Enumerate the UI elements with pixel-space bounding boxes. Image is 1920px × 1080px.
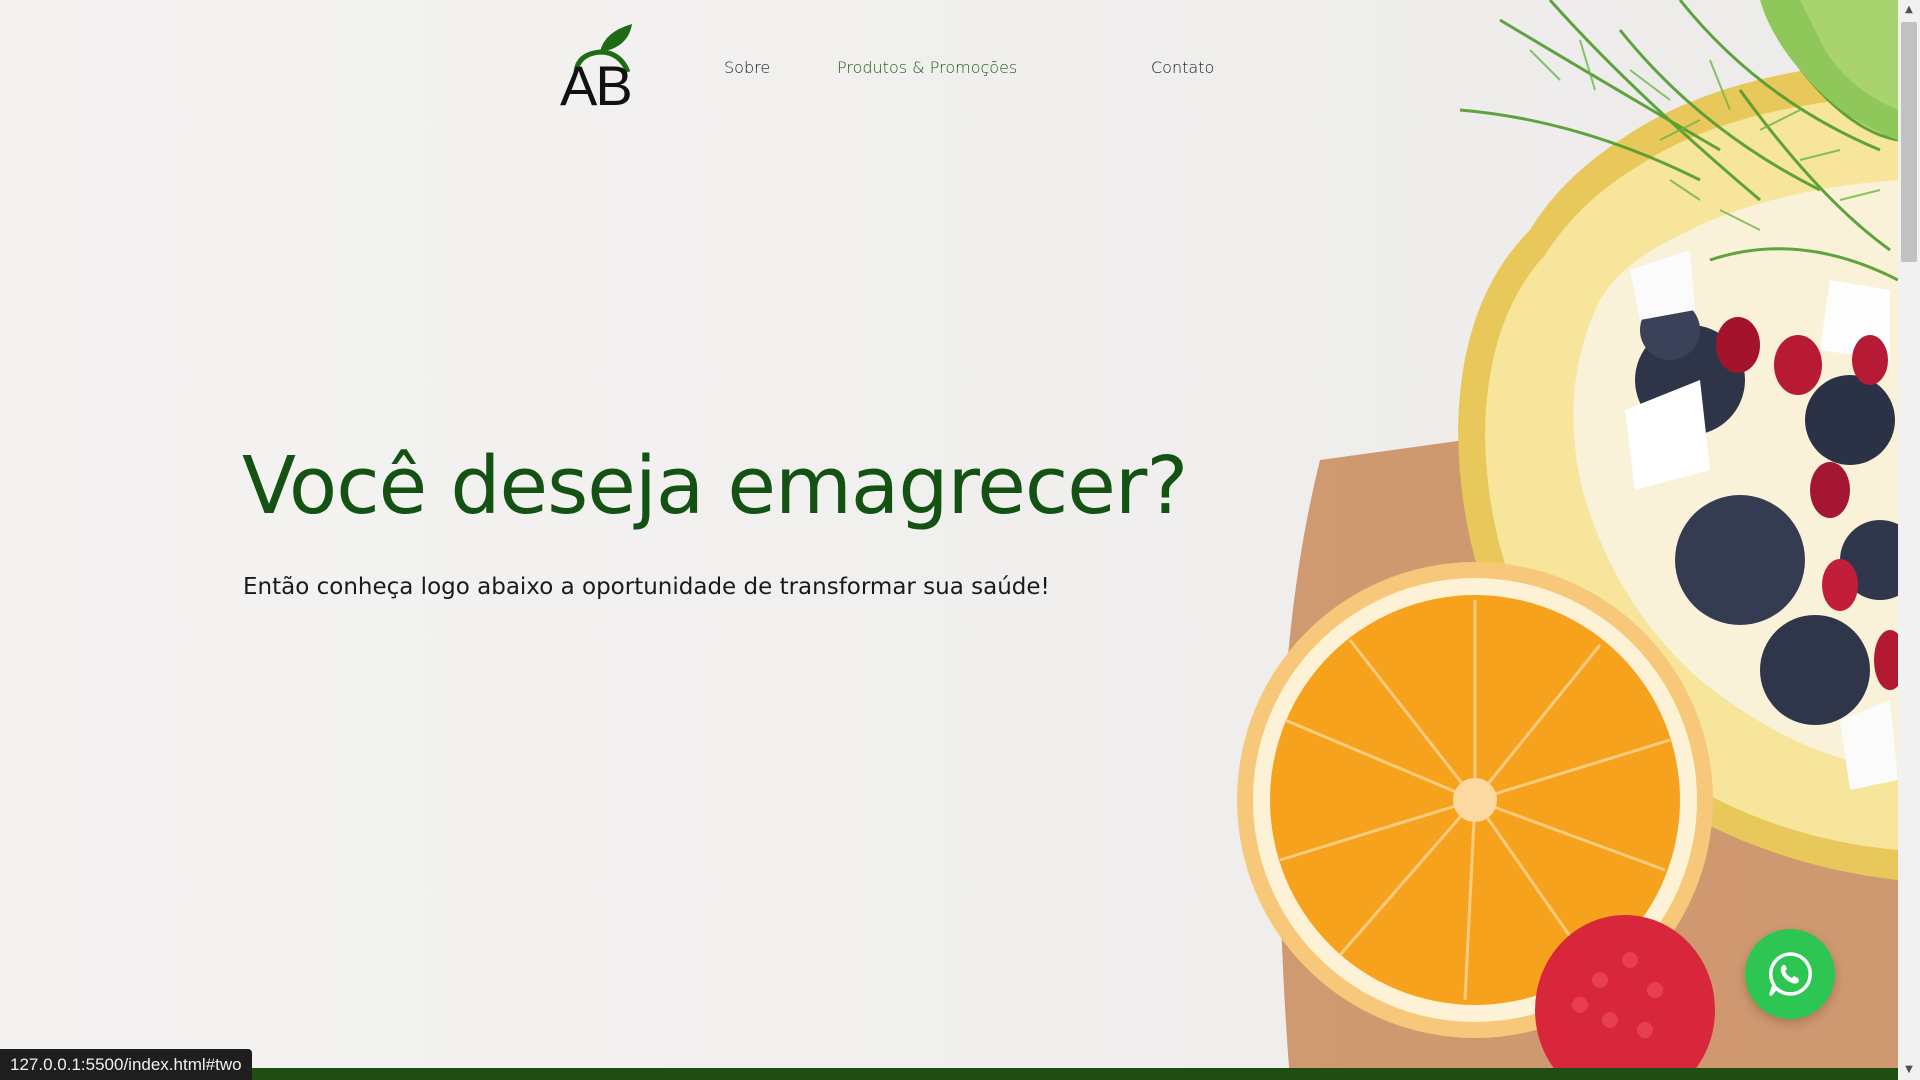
fruit-bowl-image [1237, 0, 1898, 1080]
vertical-scrollbar[interactable]: ▲ ▼ [1898, 0, 1920, 1080]
nav-sobre[interactable]: Sobre [724, 58, 770, 77]
hero-title: Você deseja emagrecer? [242, 440, 1188, 532]
site-header: AB Sobre Produtos & Promoções Contato [0, 0, 1898, 150]
status-url: 127.0.0.1:5500/index.html#two [0, 1049, 252, 1080]
nav-contato[interactable]: Contato [1151, 58, 1214, 77]
site-logo[interactable]: AB [558, 20, 648, 115]
scroll-up-arrow-icon[interactable]: ▲ [1898, 0, 1920, 20]
nav-produtos-promocoes[interactable]: Produtos & Promoções [837, 58, 1017, 77]
logo-text: AB [560, 54, 633, 117]
whatsapp-icon [1768, 952, 1813, 996]
bottom-bar [0, 1068, 1898, 1080]
whatsapp-button[interactable] [1745, 929, 1835, 1019]
hero-subtitle: Então conheça logo abaixo a oportunidade… [243, 574, 1050, 600]
scroll-thumb[interactable] [1901, 22, 1917, 262]
scroll-down-arrow-icon[interactable]: ▼ [1898, 1060, 1920, 1080]
page: AB Sobre Produtos & Promoções Contato Vo… [0, 0, 1898, 1080]
